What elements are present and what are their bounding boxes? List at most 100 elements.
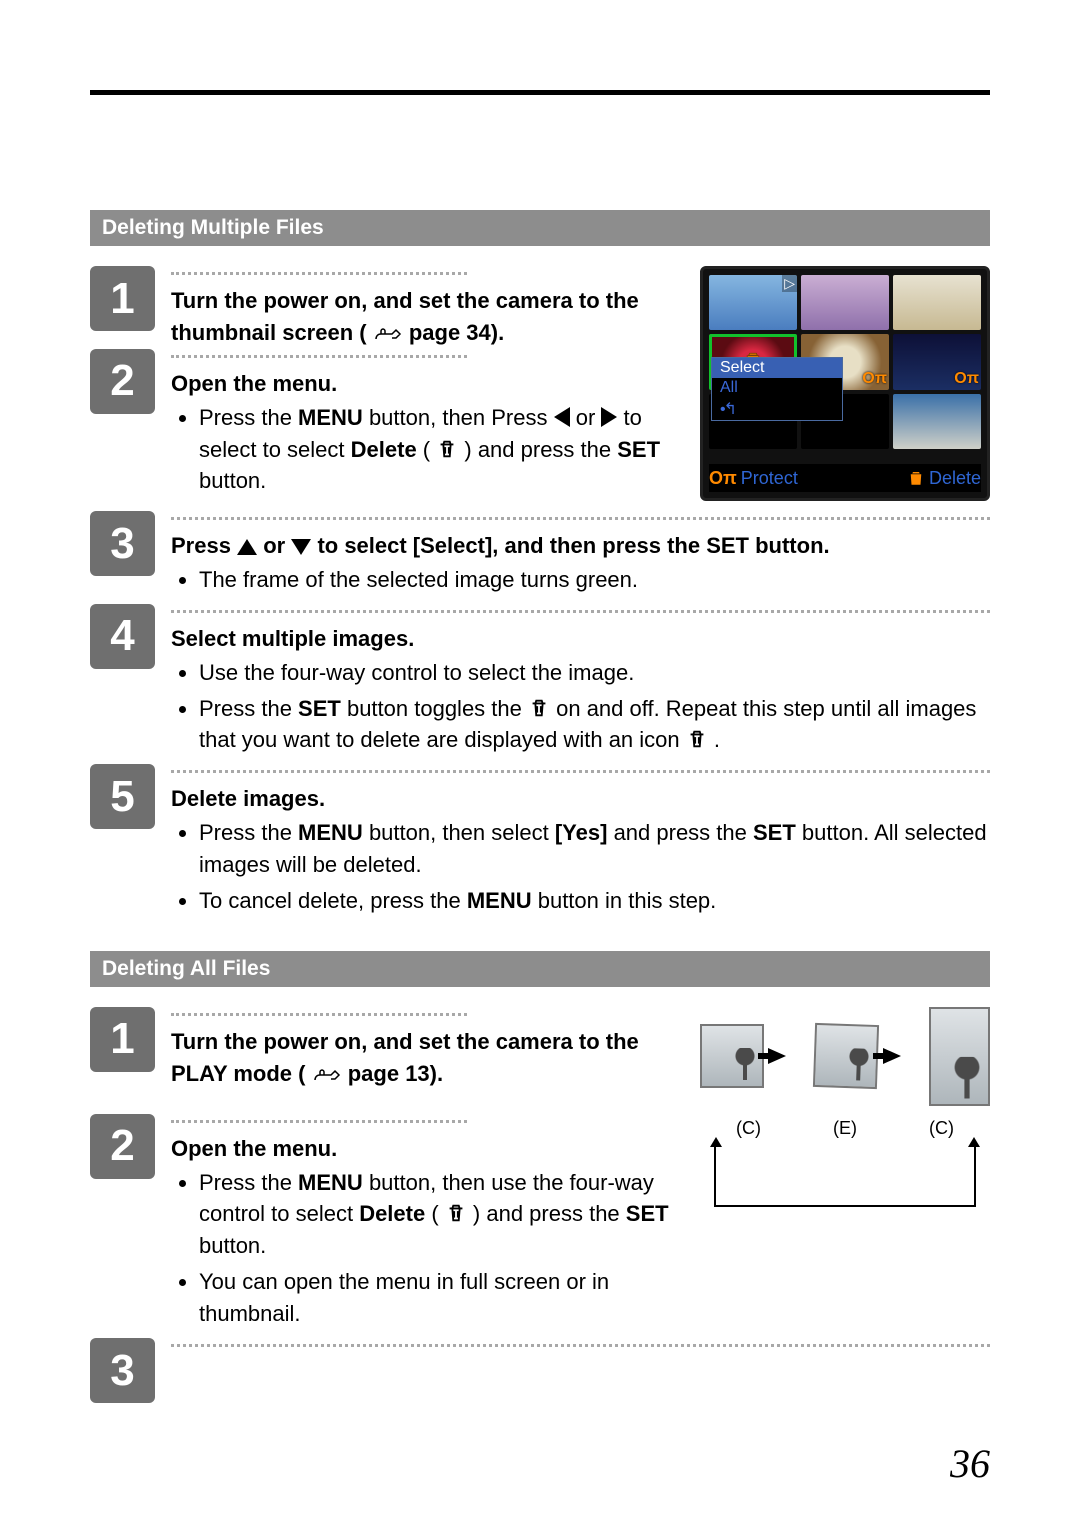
- text: ) and press the: [473, 1201, 626, 1226]
- text: To cancel delete, press the: [199, 888, 467, 913]
- left-arrow-icon: [554, 407, 570, 427]
- step-title: Press or to select [Select], and then pr…: [171, 530, 990, 562]
- text: button in this step.: [532, 888, 717, 913]
- lcd-delete-label: Delete: [907, 468, 981, 489]
- lock-icon: Oπ: [709, 468, 737, 489]
- trash-icon: [445, 1202, 467, 1224]
- label-c: (C): [736, 1118, 761, 1139]
- down-arrow-icon: [291, 539, 311, 555]
- text: (: [425, 1201, 445, 1226]
- text: MENU: [298, 820, 363, 845]
- label-e: (E): [833, 1118, 857, 1139]
- step-number: 2: [90, 1114, 155, 1179]
- back-arrow-icon: •↰: [720, 401, 735, 418]
- trash-icon: [436, 438, 458, 460]
- step-1: 1 Turn the power on, and set the camera …: [90, 266, 682, 349]
- text: ) and press the: [464, 437, 617, 462]
- step-body: Open the menu. Press the MENU button, th…: [171, 349, 682, 506]
- bullet: Press the MENU button, then use the four…: [199, 1167, 682, 1263]
- rot-thumb-before-1: [700, 1024, 764, 1088]
- label-c: (C): [929, 1118, 954, 1139]
- step-body: Delete images. Press the MENU button, th…: [171, 764, 990, 925]
- text: or: [576, 405, 602, 430]
- dotted-divider: [171, 1344, 990, 1347]
- right-arrow-icon: [768, 1048, 810, 1064]
- thumb-6: Oπ: [893, 334, 981, 389]
- rot-thumb-before-2: [813, 1023, 880, 1089]
- menu-option-back: •↰: [712, 398, 842, 420]
- loop-bracket: [714, 1145, 976, 1207]
- bullet: Use the four-way control to select the i…: [199, 657, 990, 689]
- s2-step-1: 1 Turn the power on, and set the camera …: [90, 1007, 682, 1114]
- lcd-figure: ▷ Oπ Oπ Select All •↰: [700, 266, 990, 501]
- step-body: Turn the power on, and set the camera to…: [171, 1007, 682, 1114]
- right-arrow-icon: [601, 407, 617, 427]
- dotted-divider: [171, 610, 990, 613]
- text: button.: [199, 468, 266, 493]
- text: (: [417, 437, 437, 462]
- pointing-hand-icon: [373, 325, 403, 343]
- step-title: Select multiple images.: [171, 623, 990, 655]
- text: button, then select: [363, 820, 555, 845]
- dotted-divider: [171, 1120, 467, 1123]
- text: MENU: [467, 888, 532, 913]
- text: SET: [753, 820, 796, 845]
- text: and press the: [607, 820, 753, 845]
- text: SET: [626, 1201, 669, 1226]
- lock-mark-icon: Oπ: [954, 370, 979, 388]
- text: button toggles the: [341, 696, 528, 721]
- menu-option-all: All: [712, 378, 842, 398]
- page-content: Deleting Multiple Files ▷ Oπ Oπ: [90, 210, 990, 1403]
- text: Press: [171, 533, 237, 558]
- step-3: 3 Press or to select [Select], and then …: [90, 511, 990, 604]
- text: button, then Press: [363, 405, 554, 430]
- step-number: 4: [90, 604, 155, 669]
- trash-icon: [907, 468, 925, 489]
- step-number: 3: [90, 1338, 155, 1403]
- bullet: To cancel delete, press the MENU button …: [199, 885, 990, 917]
- step-title: Turn the power on, and set the camera to…: [171, 288, 639, 345]
- lcd-delete-menu: Select All •↰: [711, 357, 843, 421]
- text: SET: [617, 437, 660, 462]
- step-number: 5: [90, 764, 155, 829]
- lock-mark-icon: Oπ: [862, 370, 887, 388]
- dotted-divider: [171, 517, 990, 520]
- lcd-protect-label: Oπ Protect: [709, 468, 798, 489]
- step-body: Open the menu. Press the MENU button, th…: [171, 1114, 682, 1338]
- step-number: 2: [90, 349, 155, 414]
- text: Press the: [199, 405, 298, 430]
- dotted-divider: [171, 272, 467, 275]
- trash-icon: [686, 728, 708, 750]
- bullet: Press the MENU button, then Press or to …: [199, 402, 682, 498]
- dotted-divider: [171, 355, 467, 358]
- text: Press the: [199, 820, 298, 845]
- step-4: 4 Select multiple images. Use the four-w…: [90, 604, 990, 765]
- thumb-2: [801, 275, 889, 330]
- delete-text: Delete: [929, 468, 981, 489]
- s2-step-3: 3: [90, 1338, 990, 1403]
- top-rule: [90, 90, 990, 95]
- step-number: 1: [90, 266, 155, 331]
- text: Delete: [359, 1201, 425, 1226]
- manual-page: Deleting Multiple Files ▷ Oπ Oπ: [0, 0, 1080, 1527]
- bullet: You can open the menu in full screen or …: [199, 1266, 682, 1330]
- s2-step-2: 2 Open the menu. Press the MENU button, …: [90, 1114, 682, 1338]
- text: page 34).: [409, 320, 504, 345]
- pointing-hand-icon: [312, 1066, 342, 1084]
- rotate-diagram: (C) (E) (C): [700, 1007, 990, 1197]
- text: page 13).: [348, 1061, 443, 1086]
- step-number: 3: [90, 511, 155, 576]
- rotate-figure: (C) (E) (C): [700, 1007, 990, 1197]
- step-body: Turn the power on, and set the camera to…: [171, 266, 682, 349]
- text: button.: [199, 1233, 266, 1258]
- step-title: Turn the power on, and set the camera to…: [171, 1029, 639, 1086]
- text: Turn the power on, and set the camera to…: [171, 288, 639, 345]
- text: to select [Select], and then press the S…: [317, 533, 829, 558]
- section-header-deleting-all: Deleting All Files: [90, 951, 990, 987]
- rot-thumb-after: [929, 1007, 990, 1106]
- step-body: Press or to select [Select], and then pr…: [171, 511, 990, 604]
- section-header-deleting-multiple: Deleting Multiple Files: [90, 210, 990, 246]
- text: Press the: [199, 1170, 298, 1195]
- lcd-bottom-bar: Oπ Protect Delete: [709, 464, 981, 492]
- lcd-screen: ▷ Oπ Oπ Select All •↰: [700, 266, 990, 501]
